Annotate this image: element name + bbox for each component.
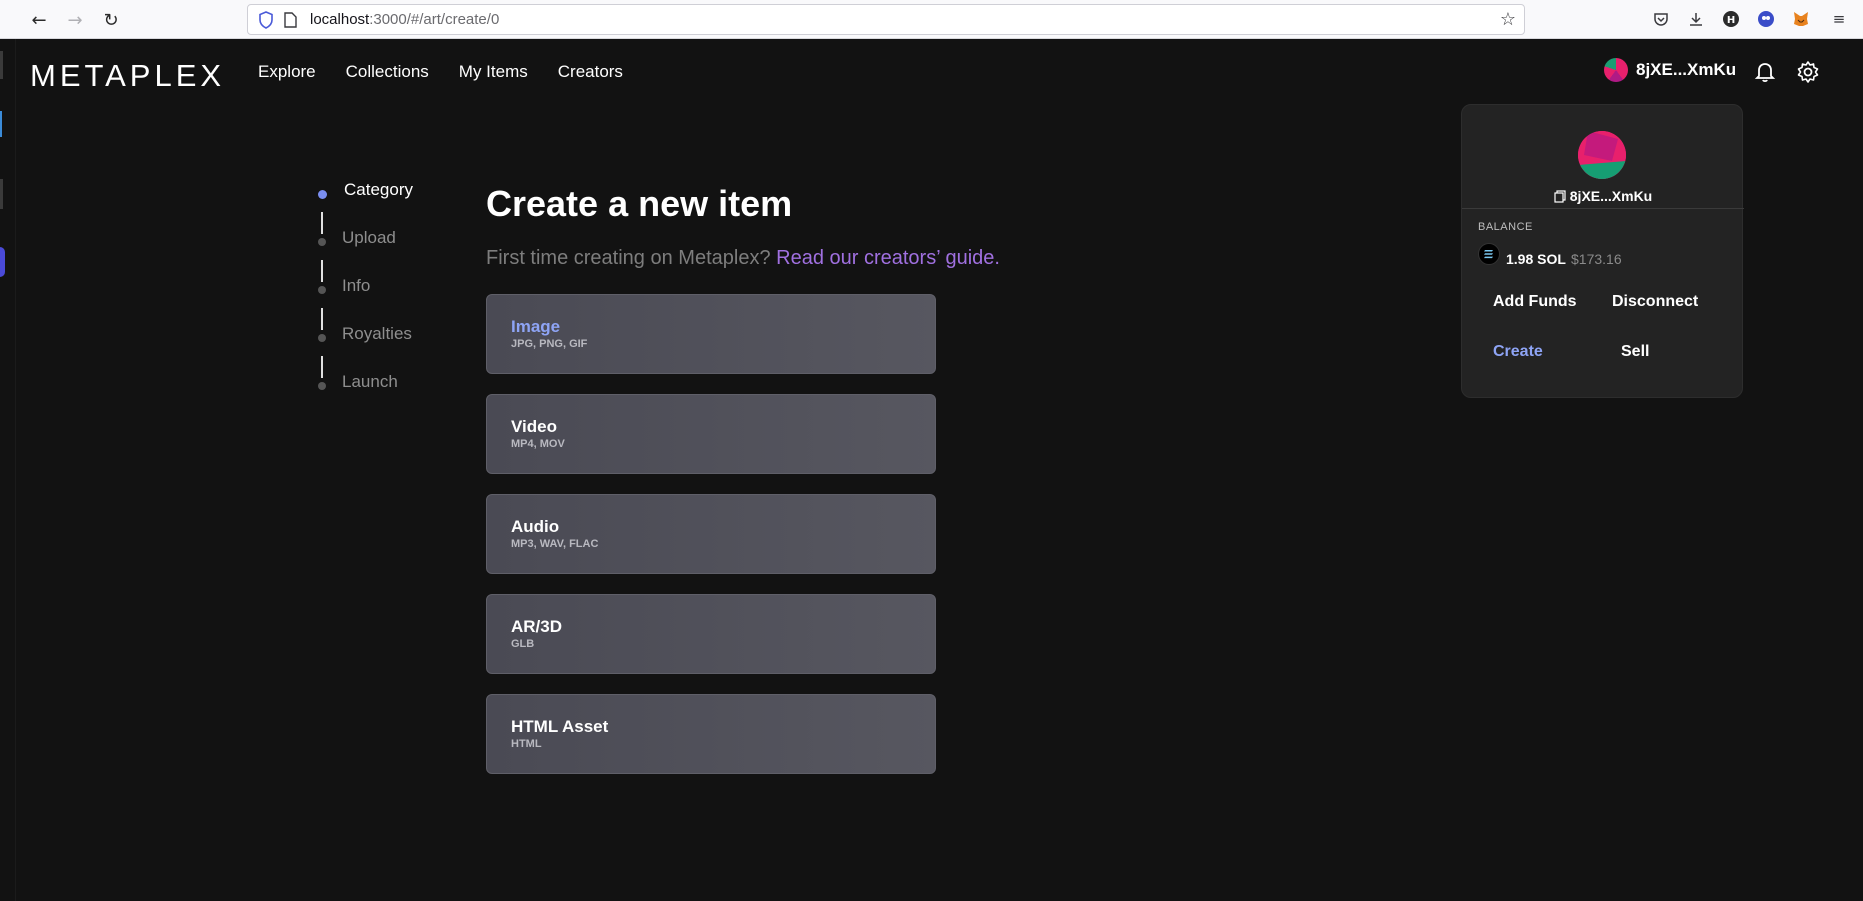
step-category[interactable]: Category bbox=[318, 180, 413, 199]
category-title: HTML Asset bbox=[511, 717, 609, 736]
step-dot bbox=[318, 286, 326, 294]
category-formats: JPG, PNG, GIF bbox=[511, 338, 588, 350]
step-dot bbox=[318, 334, 326, 342]
step-dot bbox=[318, 238, 326, 246]
strip-mark bbox=[0, 179, 3, 209]
add-funds-button[interactable]: Add Funds bbox=[1493, 293, 1577, 311]
category-formats: MP3, WAV, FLAC bbox=[511, 538, 599, 550]
create-button[interactable]: Create bbox=[1493, 343, 1543, 361]
gear-icon[interactable] bbox=[1795, 59, 1821, 85]
side-strip bbox=[0, 39, 16, 901]
avatar bbox=[1578, 131, 1626, 179]
step-label: Royalties bbox=[342, 324, 412, 343]
nav-creators[interactable]: Creators bbox=[558, 62, 623, 82]
forward-icon[interactable]: → bbox=[63, 8, 87, 32]
extension-h-icon[interactable]: H bbox=[1720, 8, 1742, 30]
avatar bbox=[1604, 58, 1628, 82]
url-host: localhost bbox=[310, 11, 370, 28]
balance-label: BALANCE bbox=[1478, 221, 1533, 233]
metaplex-logo[interactable]: METAPLEX bbox=[30, 58, 225, 94]
main-nav: Explore Collections My Items Creators bbox=[258, 62, 623, 82]
category-formats: MP4, MOV bbox=[511, 438, 565, 450]
wallet-popover: 8jXE...XmKu BALANCE 1.98 SOL $173.16 Add… bbox=[1461, 104, 1744, 398]
page-title: Create a new item bbox=[486, 183, 793, 224]
page-icon bbox=[284, 12, 297, 28]
category-title: Audio bbox=[511, 517, 560, 536]
sell-button[interactable]: Sell bbox=[1621, 343, 1649, 361]
divider bbox=[1462, 208, 1744, 209]
menu-icon[interactable]: ≡ bbox=[1828, 8, 1850, 30]
step-launch[interactable]: Launch bbox=[318, 372, 398, 391]
download-icon[interactable] bbox=[1685, 8, 1707, 30]
copy-icon[interactable] bbox=[1554, 189, 1566, 203]
subtitle-text: First time creating on Metaplex? bbox=[486, 247, 771, 269]
step-upload[interactable]: Upload bbox=[318, 228, 396, 247]
nav-collections[interactable]: Collections bbox=[346, 62, 429, 82]
step-connector bbox=[321, 356, 323, 378]
step-label: Upload bbox=[342, 228, 396, 247]
browser-toolbar: ← → ↻ localhost:3000/#/art/create/0 ☆ H … bbox=[0, 0, 1863, 39]
reload-icon[interactable]: ↻ bbox=[99, 8, 123, 32]
step-dot bbox=[318, 190, 327, 199]
strip-mark bbox=[0, 111, 2, 137]
category-image-card[interactable]: Image JPG, PNG, GIF bbox=[486, 294, 936, 374]
solana-icon bbox=[1478, 243, 1500, 265]
step-royalties[interactable]: Royalties bbox=[318, 324, 412, 343]
back-icon[interactable]: ← bbox=[27, 8, 51, 32]
category-formats: GLB bbox=[511, 638, 535, 650]
nav-explore[interactable]: Explore bbox=[258, 62, 316, 82]
disconnect-button[interactable]: Disconnect bbox=[1612, 293, 1698, 311]
step-info[interactable]: Info bbox=[318, 276, 370, 295]
category-title: Video bbox=[511, 417, 557, 436]
wallet-button[interactable]: 8jXE...XmKu bbox=[1604, 58, 1736, 82]
page-subtitle: First time creating on Metaplex? Read ou… bbox=[486, 247, 1000, 270]
url-bar[interactable]: localhost:3000/#/art/create/0 ☆ bbox=[247, 4, 1525, 35]
url-text: localhost:3000/#/art/create/0 bbox=[310, 11, 499, 28]
nav-my-items[interactable]: My Items bbox=[459, 62, 528, 82]
strip-mark bbox=[0, 247, 5, 277]
bookmark-star-icon[interactable]: ☆ bbox=[1500, 9, 1516, 30]
category-video-card[interactable]: Video MP4, MOV bbox=[486, 394, 936, 474]
svg-text:H: H bbox=[1727, 15, 1735, 26]
metamask-fox-icon[interactable] bbox=[1790, 8, 1812, 30]
step-label: Launch bbox=[342, 372, 398, 391]
category-audio-card[interactable]: Audio MP3, WAV, FLAC bbox=[486, 494, 936, 574]
pocket-icon[interactable] bbox=[1650, 8, 1672, 30]
usd-balance: $173.16 bbox=[1571, 251, 1622, 267]
step-label: Category bbox=[344, 180, 413, 199]
sol-balance: 1.98 SOL bbox=[1506, 251, 1566, 267]
category-html-asset-card[interactable]: HTML Asset HTML bbox=[486, 694, 936, 774]
category-formats: HTML bbox=[511, 738, 542, 750]
category-title: AR/3D bbox=[511, 617, 563, 636]
extension-ghost-icon[interactable] bbox=[1755, 8, 1777, 30]
bell-icon[interactable] bbox=[1752, 59, 1778, 85]
url-path: :3000/#/art/create/0 bbox=[369, 11, 500, 28]
step-dot bbox=[318, 382, 326, 390]
step-connector bbox=[321, 212, 323, 234]
step-label: Info bbox=[342, 276, 371, 295]
shield-icon bbox=[259, 11, 273, 29]
strip-mark bbox=[0, 51, 3, 79]
step-connector bbox=[321, 260, 323, 282]
step-connector bbox=[321, 308, 323, 330]
category-ar3d-card[interactable]: AR/3D GLB bbox=[486, 594, 936, 674]
popover-address: 8jXE...XmKu bbox=[1569, 188, 1653, 204]
category-title: Image bbox=[511, 317, 561, 336]
creators-guide-link[interactable]: Read our creators’ guide. bbox=[776, 247, 1000, 269]
wallet-address: 8jXE...XmKu bbox=[1636, 60, 1737, 79]
popover-address-row[interactable]: 8jXE...XmKu bbox=[1462, 188, 1744, 204]
